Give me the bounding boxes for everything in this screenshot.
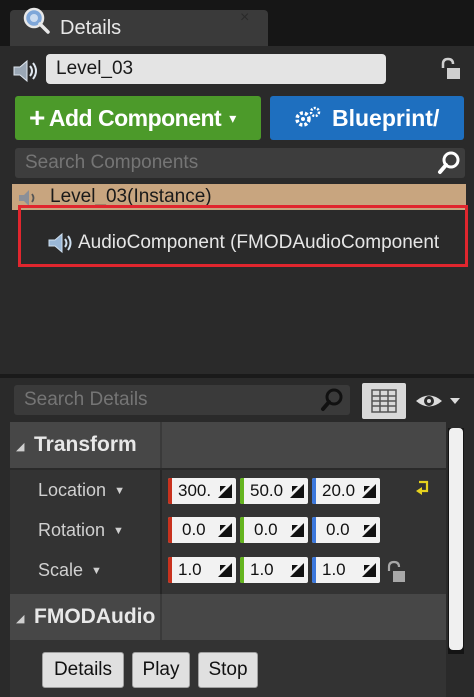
spin-drag-icon[interactable]: [218, 484, 232, 498]
tree-root-label: Level_03(Instance): [50, 186, 212, 207]
actor-name-input[interactable]: [46, 54, 386, 84]
scale-y-field[interactable]: 1.0: [240, 557, 308, 583]
speaker-icon: [19, 190, 35, 206]
location-z-value: 20.0: [322, 481, 356, 500]
location-y-value: 50.0: [250, 481, 284, 500]
chevron-down-icon: ▾: [229, 109, 236, 126]
play-button-label: Play: [142, 659, 180, 680]
rotation-y-value: 0.0: [254, 520, 278, 539]
scale-y-value: 1.0: [250, 560, 274, 579]
property-divider[interactable]: [160, 470, 162, 594]
blueprint-button[interactable]: Blueprint/: [270, 96, 464, 140]
rotation-label: Rotation: [38, 520, 106, 540]
property-label-rotation[interactable]: Rotation ▼: [38, 520, 124, 541]
details-button[interactable]: Details: [42, 652, 124, 688]
reset-to-default-icon[interactable]: [415, 479, 431, 497]
spin-drag-icon[interactable]: [218, 523, 232, 537]
plus-icon: +: [29, 102, 45, 133]
search-icon[interactable]: [437, 150, 463, 176]
audio-component-icon: [48, 232, 72, 254]
search-components-input[interactable]: [15, 148, 465, 178]
stop-button-label: Stop: [208, 659, 248, 680]
spin-drag-icon[interactable]: [290, 563, 304, 577]
location-x-field[interactable]: 300.: [168, 478, 236, 504]
eye-visibility-icon[interactable]: [414, 388, 464, 414]
tree-root-instance[interactable]: Level_03(Instance): [12, 184, 466, 210]
blueprint-label: Blueprint/: [332, 104, 440, 131]
property-label-scale[interactable]: Scale ▼: [38, 560, 102, 581]
add-component-button[interactable]: + Add Component ▾: [15, 96, 261, 140]
gears-icon: [295, 106, 321, 127]
z-axis-bar: [312, 517, 316, 543]
chevron-down-icon: ▼: [113, 525, 124, 538]
details-button-label: Details: [53, 659, 113, 680]
y-axis-bar: [240, 478, 244, 504]
rotation-z-value: 0.0: [326, 520, 350, 539]
play-button[interactable]: Play: [132, 652, 190, 688]
spin-drag-icon[interactable]: [218, 563, 232, 577]
collapse-arrow-icon: ◢: [16, 613, 25, 625]
scale-z-field[interactable]: 1.0: [312, 557, 380, 583]
lock-icon[interactable]: [436, 56, 462, 82]
section-divider: [160, 422, 162, 468]
y-axis-bar: [240, 557, 244, 583]
section-transform[interactable]: ◢ Transform: [10, 422, 446, 468]
spin-drag-icon[interactable]: [290, 523, 304, 537]
spin-drag-icon[interactable]: [362, 523, 376, 537]
chevron-down-icon: ▼: [114, 485, 125, 498]
tab-title: Details: [60, 16, 122, 39]
z-axis-bar: [312, 557, 316, 583]
spin-drag-icon[interactable]: [362, 484, 376, 498]
x-axis-bar: [168, 517, 172, 543]
add-component-label: Add Component: [48, 104, 222, 131]
details-magnifier-icon: [23, 7, 50, 34]
x-axis-bar: [168, 557, 172, 583]
collapse-arrow-icon: ◢: [16, 441, 25, 453]
spin-drag-icon[interactable]: [362, 563, 376, 577]
panel-splitter[interactable]: [0, 374, 474, 378]
scale-z-value: 1.0: [322, 560, 346, 579]
property-matrix-button[interactable]: [362, 383, 406, 419]
location-label: Location: [38, 480, 107, 500]
speaker-icon: [13, 59, 37, 83]
section-divider: [160, 594, 162, 640]
grid-icon: [371, 389, 397, 413]
section-title: FMODAudio: [34, 605, 156, 628]
z-axis-bar: [312, 478, 316, 504]
scale-x-field[interactable]: 1.0: [168, 557, 236, 583]
x-axis-bar: [168, 478, 172, 504]
tree-item-audio-component[interactable]: AudioComponent (FMODAudioComponent: [40, 228, 470, 260]
rotation-x-value: 0.0: [182, 520, 206, 539]
spin-drag-icon[interactable]: [290, 484, 304, 498]
scale-x-value: 1.0: [178, 560, 202, 579]
stop-button[interactable]: Stop: [198, 652, 258, 688]
rotation-x-field[interactable]: 0.0: [168, 517, 236, 543]
close-tab-icon[interactable]: ×: [240, 9, 462, 27]
rotation-z-field[interactable]: 0.0: [312, 517, 380, 543]
property-label-location[interactable]: Location ▼: [38, 480, 125, 501]
location-x-value: 300.: [178, 481, 212, 500]
section-fmodaudio[interactable]: ◢ FMODAudio: [10, 594, 446, 640]
y-axis-bar: [240, 517, 244, 543]
scale-lock-icon[interactable]: [384, 560, 406, 584]
search-details-input[interactable]: [14, 385, 350, 415]
section-title: Transform: [34, 433, 137, 456]
search-icon[interactable]: [320, 387, 346, 413]
tree-child-label: AudioComponent (FMODAudioComponent: [78, 232, 440, 253]
location-y-field[interactable]: 50.0: [240, 478, 308, 504]
chevron-down-icon: ▼: [91, 565, 102, 578]
location-z-field[interactable]: 20.0: [312, 478, 380, 504]
scale-label: Scale: [38, 560, 84, 580]
details-scrollbar-thumb[interactable]: [449, 428, 463, 650]
rotation-y-field[interactable]: 0.0: [240, 517, 308, 543]
